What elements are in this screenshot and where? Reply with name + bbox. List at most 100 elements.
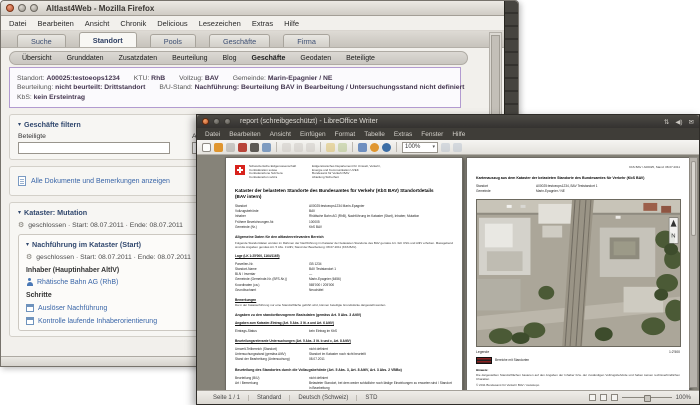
nachfuehrung-header[interactable]: ▾ Nachführung im Kataster (Start) [26,240,206,249]
collapse-icon: ▾ [18,122,22,128]
subtab-grunddaten[interactable]: Grunddaten [67,55,104,62]
menu-item[interactable]: Hilfe [284,19,299,28]
subtab-geodaten[interactable]: Geodaten [300,55,331,62]
copy-icon[interactable] [294,142,303,152]
tab-geschaefte[interactable]: Geschäfte [208,34,271,47]
book-view-icon[interactable] [610,394,618,401]
menu-item[interactable]: Bearbeiten [38,19,74,28]
menu-item[interactable]: Lesezeichen [199,19,241,28]
subtab-geschaefte[interactable]: Geschäfte [252,55,286,62]
menu-item[interactable]: Hilfe [452,131,465,138]
legend-item: Bereiche mit Standorten [476,356,680,364]
open-icon[interactable] [214,142,223,152]
menu-item[interactable]: Ansicht [85,19,110,28]
mail-indicator-icon[interactable]: ✉ [689,118,694,126]
kataster-title: Kataster: Mutation [24,208,88,217]
window-minimize-button[interactable] [213,118,220,125]
multi-page-view-icon[interactable] [599,394,607,401]
beteiligte-input[interactable] [18,142,170,154]
statusbar-selection-mode[interactable]: STD [357,395,385,401]
hinweis-text: Die dargestellten Standortflächen basier… [476,373,680,382]
section-paragraph: Folgende Standortdaten wurden im Rahmen … [235,240,453,249]
document-page-1: Schweizerische Eidgenossenschaft Confédér… [225,157,463,390]
step-link[interactable]: Kontrolle laufende Inhaberorientierung [38,318,157,325]
save-icon[interactable] [226,142,235,152]
window-title: Altlast4Web - Mozilla Firefox [46,3,155,13]
map-title: Kartenauszug aus dem Kataster der belast… [476,176,645,180]
previous-page-icon[interactable] [441,142,450,152]
volume-indicator-icon[interactable]: ◀) [675,118,682,126]
firefox-titlebar: Altlast4Web - Mozilla Firefox [1,1,518,16]
svg-text:N: N [671,233,675,239]
paste-icon[interactable] [306,142,315,152]
inhaber-link[interactable]: Rhätische Bahn AG (RhB) [37,279,118,286]
confederation-lines: Schweizerische Eidgenossenschaft Confédér… [249,164,296,179]
subtab-zusatzdaten[interactable]: Zusatzdaten [119,55,158,62]
tab-standort[interactable]: Standort [78,32,137,47]
page-preview-icon[interactable] [262,142,271,152]
window-maximize-button[interactable] [30,4,38,12]
tab-suche[interactable]: Suche [17,34,66,47]
undo-icon[interactable] [326,142,335,152]
export-pdf-icon[interactable] [238,142,247,152]
network-indicator-icon[interactable]: ⇅ [664,118,669,126]
collapse-icon: ▾ [26,242,30,248]
table-icon[interactable] [358,142,367,152]
field-row: Gemeinde (Nr.) KbS BAV [235,224,323,229]
menu-item[interactable]: Delicious [157,19,187,28]
subtab-beurteilung[interactable]: Beurteilung [172,55,207,62]
new-document-icon[interactable] [202,142,211,152]
all-documents-link[interactable]: Alle Dokumente und Bemerkungen anzeigen [31,178,170,185]
statusbar-language[interactable]: Deutsch (Schweiz) [290,394,358,401]
field-row: Art / Bemerkung Belasteter Standort, bei … [235,380,452,390]
subtab-blog[interactable]: Blog [223,55,237,62]
document-scrollbar[interactable] [689,157,698,388]
tab-pools[interactable]: Pools [149,34,196,47]
navigator-icon[interactable] [382,142,391,152]
subsection-heading: Angaben zum Kataster-Eintrag (Art. 5 Abs… [235,321,334,325]
menu-item[interactable]: Fenster [421,131,443,138]
menu-item[interactable]: Format [335,131,356,138]
subtab-uebersicht[interactable]: Übersicht [22,55,52,62]
gallery-icon[interactable] [370,142,379,152]
statusbar-pagestyle[interactable]: Standard [249,394,291,401]
window-maximize-button[interactable] [224,118,231,125]
next-page-icon[interactable] [453,142,462,152]
tab-firma[interactable]: Firma [283,34,330,47]
collapse-icon: ▾ [18,210,22,216]
section-heading: Angaben zu den standortbezogenen Basisda… [235,312,362,317]
writer-statusbar: Seite 1 / 1 Standard Deutsch (Schweiz) S… [197,390,699,404]
menu-item[interactable]: Datei [9,19,27,28]
window-minimize-button[interactable] [18,4,26,12]
step-link[interactable]: Auslöser Nachführung [38,305,107,312]
document-reference: KbS BAV / A00025, Stand: 08.07.2011 [629,165,680,169]
combo-arrow-icon: ▾ [432,144,435,150]
kataster-status: geschlossen · Start: 08.07.2011 · Ende: … [28,221,183,229]
menu-item[interactable]: Chronik [120,19,146,28]
field-row: Stand der Bearbeitung (Untersuchung) 08.0… [235,357,325,362]
subsection-heading: Lage (LK 1:25'000, 1164/1165) [235,253,280,258]
menu-item[interactable]: Datei [205,131,220,138]
window-close-button[interactable] [202,118,209,125]
redo-icon[interactable] [338,142,347,152]
menu-item[interactable]: Ansicht [270,131,291,138]
cut-icon[interactable] [282,142,291,152]
menu-item[interactable]: Extras [252,19,273,28]
legend-item-label: Bereiche mit Standorten [495,358,530,363]
window-close-button[interactable] [6,4,14,12]
writer-toolbar: 100% ▾ [197,140,699,155]
menu-item[interactable]: Tabelle [364,131,385,138]
indicator-area: ⇅ ◀) ✉ [664,118,694,126]
zoom-combo[interactable]: 100% ▾ [402,141,438,153]
menu-item[interactable]: Einfügen [300,131,326,138]
zoom-slider[interactable] [621,394,672,402]
print-icon[interactable] [250,142,259,152]
statusbar-page: Seite 1 / 1 [205,394,250,401]
single-page-view-icon[interactable] [588,394,596,401]
subtab-beteiligte[interactable]: Beteiligte [346,55,375,62]
hinweis-label: Hinweis: [476,367,489,372]
menu-item[interactable]: Extras [394,131,412,138]
menu-item[interactable]: Bearbeiten [229,131,260,138]
field-row: Grundbuchamt Neuchâtel [235,288,324,293]
task-icon [26,317,34,325]
